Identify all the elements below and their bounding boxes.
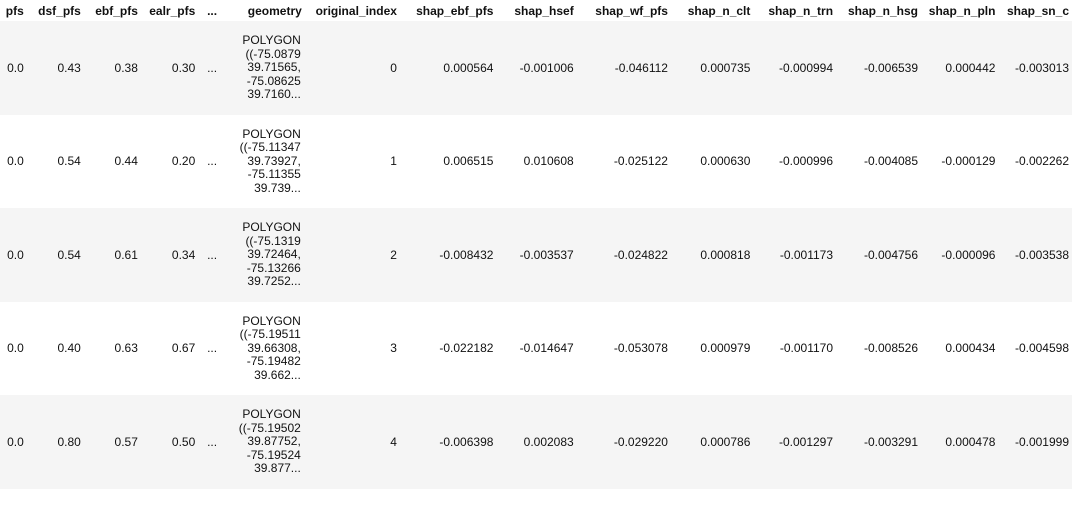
cell-dsf-pfs: 0.80 [26,395,84,489]
cell-shap-n-trn: -0.001173 [753,208,837,302]
col-header-shap-hsef: shap_hsef [514,3,574,18]
cell-ebf-pfs: 0.38 [83,21,141,115]
cell-shap-wf-pfs: -0.029220 [576,395,671,489]
cell-ellipsis: ... [198,395,226,489]
cell-shap-n-hsg: -0.004756 [836,208,922,302]
col-header-ealr-pfs: ealr_pfs [149,3,196,18]
cell-shap-n-pln: 0.000442 [921,21,999,115]
cell-shap-n-trn: -0.001170 [753,301,837,395]
cell-ellipsis: ... [198,208,226,302]
col-header-original-index: original_index [315,3,397,18]
cell-ellipsis: ... [198,301,226,395]
cell-shap-hsef: -0.003537 [496,208,577,302]
cell-shap-ebf-pfs: -0.022182 [399,301,497,395]
col-header-shap-wf-pfs: shap_wf_pfs [595,3,668,18]
cell-original-index: 0 [304,21,400,115]
cell-shap-n-pln: -0.000129 [921,114,999,208]
cell-shap-sn-c: -0.003538 [998,208,1072,302]
table-row: 0.0 0.40 0.63 0.67 ... POLYGON ((-75.195… [0,301,1072,395]
cell-shap-ebf-pfs: -0.008432 [399,208,497,302]
cell-shap-n-pln: -0.000096 [921,208,999,302]
dataframe-table: pfs dsf_pfs ebf_pfs ealr_pfs ... geometr… [0,0,1072,489]
cell-shap-ebf-pfs: 0.006515 [399,114,497,208]
cell-original-index: 3 [304,301,400,395]
cell-shap-n-hsg: -0.003291 [836,395,922,489]
cell-geometry: POLYGON ((-75.11347 39.73927, -75.11355 … [225,114,305,208]
cell-ebf-pfs: 0.57 [83,395,141,489]
cell-pfs: 0.0 [0,208,27,302]
table-row: 0.0 0.80 0.57 0.50 ... POLYGON ((-75.195… [0,395,1072,489]
cell-original-index: 4 [304,395,400,489]
cell-shap-hsef: 0.010608 [496,114,577,208]
cell-shap-n-hsg: -0.006539 [836,21,922,115]
cell-ealr-pfs: 0.20 [140,114,199,208]
cell-original-index: 1 [304,114,400,208]
cell-shap-n-trn: -0.001297 [753,395,837,489]
table-header: pfs dsf_pfs ebf_pfs ealr_pfs ... geometr… [0,0,1072,21]
col-header-dsf-pfs: dsf_pfs [38,3,81,18]
cell-geometry: POLYGON ((-75.19502 39.87752, -75.19524 … [225,395,305,489]
table-row: 0.0 0.43 0.38 0.30 ... POLYGON ((-75.087… [0,21,1072,115]
cell-dsf-pfs: 0.54 [26,208,84,302]
cell-shap-sn-c: -0.003013 [998,21,1072,115]
cell-shap-sn-c: -0.004598 [998,301,1072,395]
cell-shap-n-trn: -0.000994 [753,21,837,115]
cell-shap-wf-pfs: -0.046112 [576,21,671,115]
cell-shap-n-clt: 0.000818 [670,208,754,302]
cell-ebf-pfs: 0.63 [83,301,141,395]
table-body: 0.0 0.43 0.38 0.30 ... POLYGON ((-75.087… [0,21,1072,489]
cell-ellipsis: ... [198,21,226,115]
col-header-ebf-pfs: ebf_pfs [95,3,138,18]
col-header-geometry: geometry [247,3,302,18]
cell-pfs: 0.0 [0,301,27,395]
cell-shap-ebf-pfs: -0.006398 [399,395,497,489]
header-row: pfs dsf_pfs ebf_pfs ealr_pfs ... geometr… [0,0,1072,21]
col-header-ellipsis: ... [207,3,218,18]
cell-original-index: 2 [304,208,400,302]
cell-shap-n-clt: 0.000979 [670,301,754,395]
cell-shap-n-clt: 0.000630 [670,114,754,208]
cell-geometry: POLYGON ((-75.19511 39.66308, -75.19482 … [225,301,305,395]
cell-ealr-pfs: 0.67 [140,301,199,395]
cell-shap-hsef: -0.001006 [496,21,577,115]
cell-geometry: POLYGON ((-75.0879 39.71565, -75.08625 3… [225,21,305,115]
cell-ealr-pfs: 0.50 [140,395,199,489]
cell-dsf-pfs: 0.43 [26,21,84,115]
col-header-shap-n-pln: shap_n_pln [928,3,996,18]
cell-shap-hsef: -0.014647 [496,301,577,395]
col-header-shap-ebf-pfs: shap_ebf_pfs [416,3,494,18]
col-header-shap-n-clt: shap_n_clt [687,3,751,18]
cell-pfs: 0.0 [0,114,27,208]
cell-shap-n-clt: 0.000735 [670,21,754,115]
cell-dsf-pfs: 0.40 [26,301,84,395]
col-header-shap-n-hsg: shap_n_hsg [847,3,919,18]
cell-shap-n-hsg: -0.004085 [836,114,922,208]
cell-shap-n-hsg: -0.008526 [836,301,922,395]
cell-shap-n-trn: -0.000996 [753,114,837,208]
cell-ebf-pfs: 0.44 [83,114,141,208]
table-row: 0.0 0.54 0.61 0.34 ... POLYGON ((-75.131… [0,208,1072,302]
cell-pfs: 0.0 [0,395,27,489]
cell-ellipsis: ... [198,114,226,208]
cell-shap-wf-pfs: -0.024822 [576,208,671,302]
col-header-shap-sn-c: shap_sn_c [1006,3,1069,18]
col-header-pfs: pfs [5,3,24,18]
cell-pfs: 0.0 [0,21,27,115]
cell-shap-sn-c: -0.001999 [998,395,1072,489]
cell-shap-n-pln: 0.000434 [921,301,999,395]
cell-shap-hsef: 0.002083 [496,395,577,489]
cell-shap-sn-c: -0.002262 [998,114,1072,208]
cell-ealr-pfs: 0.30 [140,21,199,115]
cell-dsf-pfs: 0.54 [26,114,84,208]
cell-shap-ebf-pfs: 0.000564 [399,21,497,115]
cell-ealr-pfs: 0.34 [140,208,199,302]
cell-shap-n-pln: 0.000478 [921,395,999,489]
cell-shap-wf-pfs: -0.025122 [576,114,671,208]
cell-ebf-pfs: 0.61 [83,208,141,302]
col-header-shap-n-trn: shap_n_trn [768,3,834,18]
cell-geometry: POLYGON ((-75.1319 39.72464, -75.13266 3… [225,208,305,302]
cell-shap-n-clt: 0.000786 [670,395,754,489]
table-row: 0.0 0.54 0.44 0.20 ... POLYGON ((-75.113… [0,114,1072,208]
cell-shap-wf-pfs: -0.053078 [576,301,671,395]
